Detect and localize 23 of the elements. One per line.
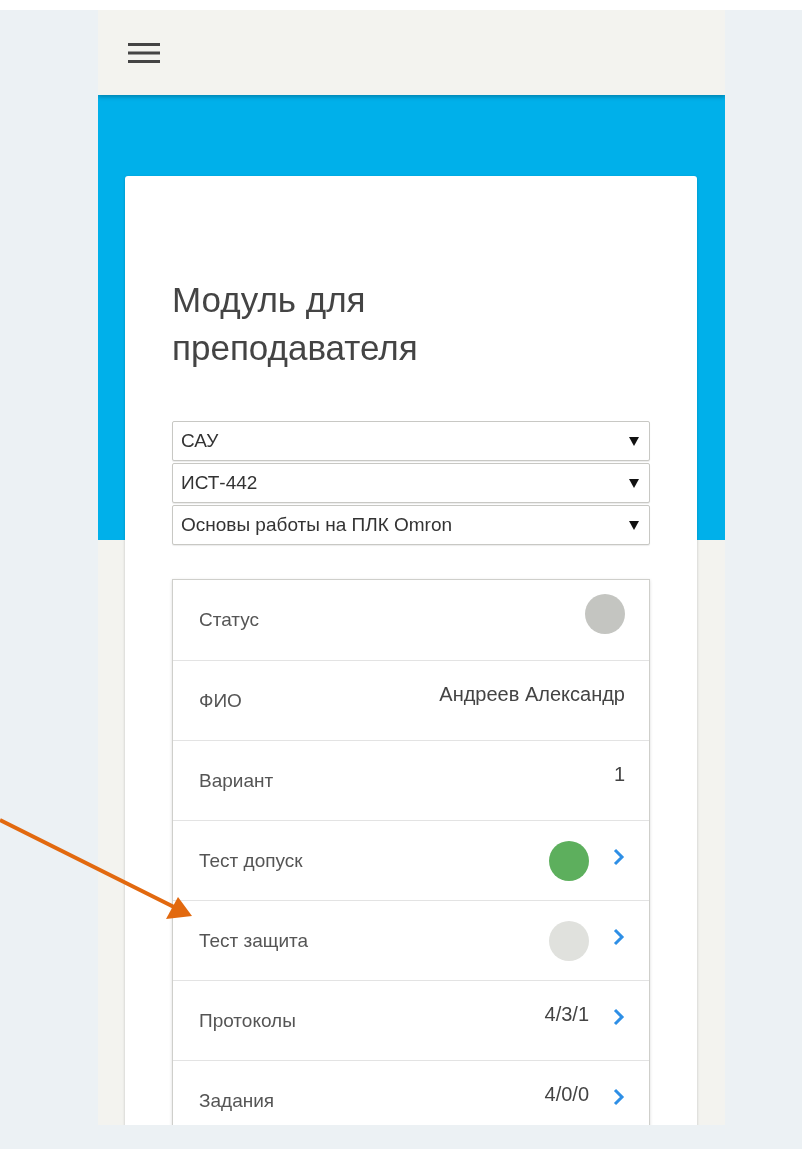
- chevron-right-icon[interactable]: [613, 847, 625, 866]
- caret-icon: [629, 478, 639, 488]
- row-label: Статус: [199, 609, 261, 631]
- select-field[interactable]: САУ: [172, 421, 650, 461]
- row-value: 1: [613, 763, 625, 786]
- chevron-right-icon[interactable]: [613, 927, 625, 946]
- row-label: Тест защита: [199, 929, 310, 952]
- caret-icon: [629, 520, 639, 530]
- row-value: Андреев Александр: [439, 683, 625, 706]
- caret-icon: [629, 436, 639, 446]
- select-field[interactable]: ИСТ-442: [172, 463, 650, 503]
- row-label: Протоколы: [199, 1009, 297, 1032]
- row-label: Задания: [199, 1089, 276, 1112]
- page-title: Модуль для преподавателя: [172, 279, 419, 369]
- row-label: Тест допуск: [199, 849, 304, 872]
- row-value: 4/3/1: [544, 1003, 589, 1026]
- chevron-right-icon[interactable]: [613, 1007, 625, 1026]
- row-label: ФИО: [199, 689, 243, 712]
- select-field[interactable]: Основы работы на ПЛК Omron: [172, 505, 650, 545]
- row-value: 4/0/0: [544, 1083, 589, 1106]
- row-label: Вариант: [199, 769, 275, 792]
- menu-icon[interactable]: [128, 41, 160, 64]
- chevron-right-icon[interactable]: [613, 1087, 625, 1106]
